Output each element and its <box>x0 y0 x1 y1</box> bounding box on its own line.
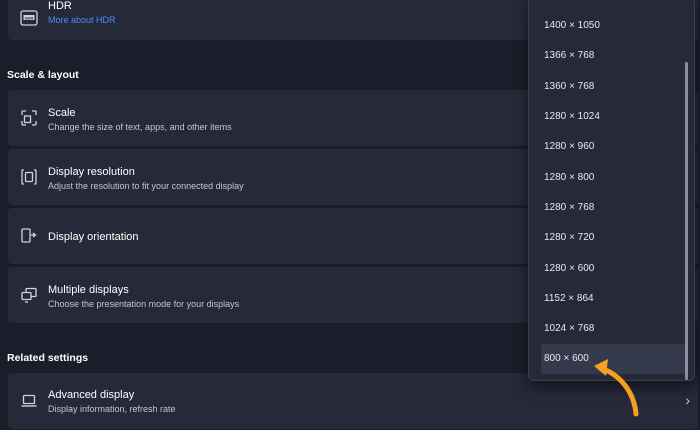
section-heading-related-settings: Related settings <box>7 352 89 364</box>
advanced-display-subtitle: Display information, refresh rate <box>48 404 176 414</box>
resolution-option[interactable]: 1280 × 720 <box>529 223 684 253</box>
display-resolution-title: Display resolution <box>48 166 135 178</box>
hdr-title: HDR <box>48 0 72 12</box>
resolution-option[interactable]: 1360 × 768 <box>529 72 684 102</box>
laptop-icon <box>21 394 37 407</box>
resolution-option[interactable]: 1400 × 1050 <box>529 11 684 41</box>
scale-subtitle: Change the size of text, apps, and other… <box>48 122 232 132</box>
resolution-option[interactable]: 1280 × 600 <box>529 254 684 284</box>
resolution-option[interactable]: 1024 × 768 <box>529 314 684 344</box>
advanced-display-title: Advanced display <box>48 389 135 401</box>
more-about-hdr-link[interactable]: More about HDR <box>48 15 116 25</box>
multiple-displays-subtitle: Choose the presentation mode for your di… <box>48 299 240 309</box>
orange-arrow-icon <box>594 359 639 417</box>
resolution-icon <box>21 169 37 185</box>
resolution-option[interactable]: 1280 × 768 <box>529 193 684 223</box>
resolution-option[interactable]: 1366 × 768 <box>529 41 684 71</box>
scale-icon <box>21 110 37 126</box>
multiple-displays-icon <box>21 287 37 303</box>
chevron-right-icon: › <box>685 392 690 408</box>
dropdown-scrollbar[interactable] <box>685 62 688 380</box>
hdr-icon: HDR <box>20 10 38 26</box>
resolution-dropdown[interactable]: 1400 × 1050 1366 × 768 1360 × 768 1280 ×… <box>528 0 695 381</box>
resolution-option[interactable]: 1280 × 960 <box>529 132 684 162</box>
svg-text:HDR: HDR <box>25 15 34 20</box>
display-orientation-title: Display orientation <box>48 231 139 243</box>
multiple-displays-title: Multiple displays <box>48 284 129 296</box>
resolution-option[interactable]: 1280 × 1024 <box>529 102 684 132</box>
resolution-option[interactable]: 1152 × 864 <box>529 284 684 314</box>
section-heading-scale-layout: Scale & layout <box>7 69 79 81</box>
resolution-option[interactable]: 1280 × 800 <box>529 163 684 193</box>
orientation-icon <box>21 228 37 243</box>
scale-title: Scale <box>48 107 76 119</box>
display-resolution-subtitle: Adjust the resolution to fit your connec… <box>48 181 244 191</box>
